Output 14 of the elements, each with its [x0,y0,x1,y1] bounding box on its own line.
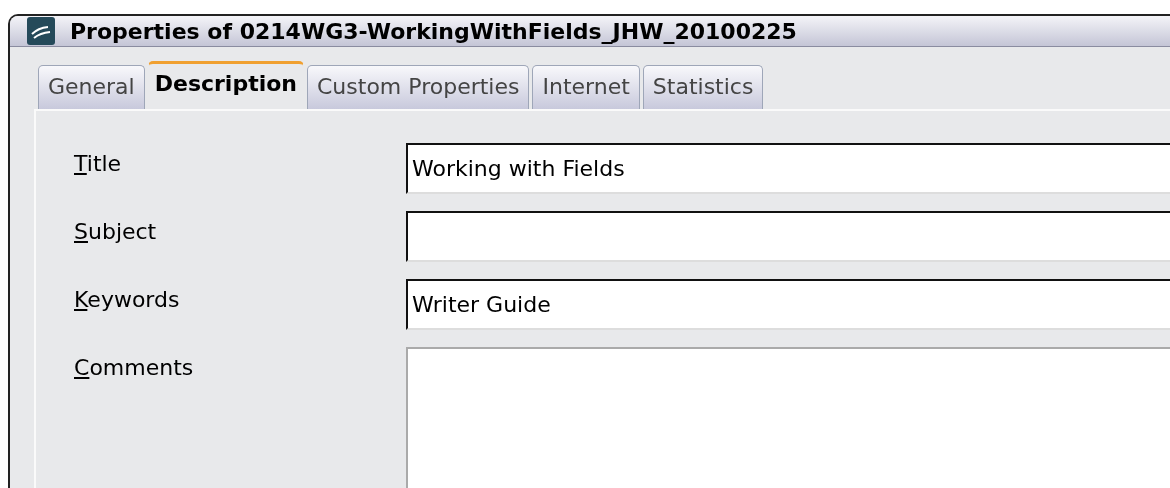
tab[interactable]: Custom Properties [307,65,530,109]
app-icon [26,16,56,46]
comments-field[interactable] [406,347,1170,488]
tab[interactable]: General [38,65,145,109]
tab[interactable]: Statistics [642,65,764,109]
field-label: Subject [73,218,158,246]
input-field[interactable] [406,211,1170,262]
window-title: Properties of 0214WG3-WorkingWithFields_JHW_20100225 [70,18,797,44]
field-label: Comments [73,354,195,382]
tab[interactable]: Internet [532,65,640,109]
field-label: Title [73,150,123,178]
input-field[interactable]: Writer Guide [406,279,1170,330]
field-label: Keywords [73,286,181,314]
input-field[interactable]: Working with Fields [406,143,1170,194]
